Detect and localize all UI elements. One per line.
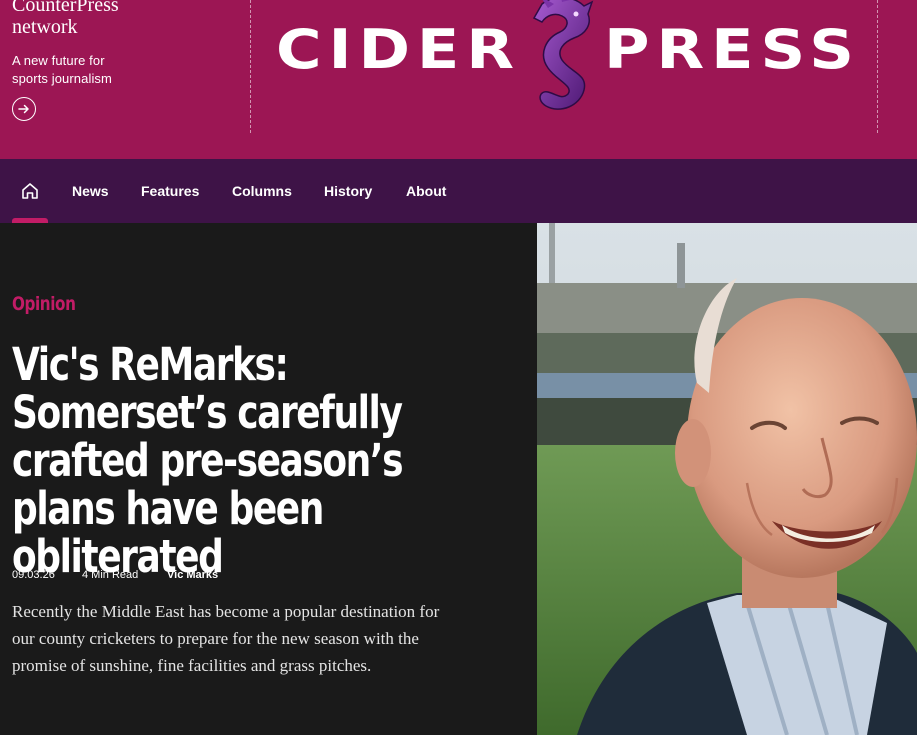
network-promo: CounterPress network A new future for sp…	[12, 0, 212, 121]
nav-item-history[interactable]: History	[324, 182, 372, 200]
home-icon	[22, 183, 38, 199]
featured-article: Opinion Vic's ReMarks: Somerset’s carefu…	[0, 223, 537, 735]
article-date: 09.03.26	[12, 569, 55, 581]
nav-item-news[interactable]: News	[72, 182, 109, 200]
nav-home-link[interactable]	[20, 181, 40, 201]
site-logo[interactable]: CIDER PRESS	[270, 0, 860, 125]
article-image[interactable]	[537, 223, 917, 735]
nav-item-columns[interactable]: Columns	[232, 182, 292, 200]
nav-item-features[interactable]: Features	[141, 182, 199, 200]
arrow-right-circle-icon	[18, 104, 29, 114]
header-divider-right	[877, 0, 878, 133]
header-divider-left	[250, 0, 251, 133]
article-title[interactable]: Vic's ReMarks: Somerset’s carefully craf…	[12, 341, 436, 581]
site-header: CounterPress network A new future for sp…	[0, 0, 917, 159]
dragon-icon	[532, 0, 594, 110]
network-name: CounterPress network	[12, 0, 119, 38]
article-category[interactable]: Opinion	[12, 293, 76, 315]
nav-item-about[interactable]: About	[406, 182, 446, 200]
logo-word-right: PRESS	[604, 18, 861, 81]
article-excerpt: Recently the Middle East has become a po…	[12, 602, 440, 675]
network-link-button[interactable]	[12, 97, 36, 121]
article-read-time: 4 Min Read	[82, 569, 139, 581]
main-nav: News Features Columns History About	[0, 159, 917, 223]
logo-word-left: CIDER	[276, 18, 521, 81]
article-author[interactable]: Vic Marks	[167, 568, 218, 582]
network-tagline: A new future for sports journalism	[12, 53, 112, 86]
